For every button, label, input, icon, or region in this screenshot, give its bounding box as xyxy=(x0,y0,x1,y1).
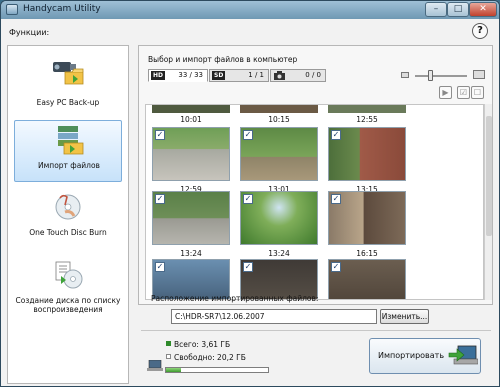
thumbnail-scrollbar[interactable] xyxy=(484,104,492,300)
thumbnail[interactable]: ✓ xyxy=(240,127,318,181)
storage-total-text: Всего: 3,61 ГБ xyxy=(174,340,231,349)
thumbnail-checkbox[interactable]: ✓ xyxy=(331,194,341,204)
import-button[interactable]: Импортировать xyxy=(369,338,481,374)
func-import-files[interactable]: Импорт файлов xyxy=(14,120,122,182)
total-legend-icon xyxy=(166,341,171,346)
import-button-label: Импортировать xyxy=(378,351,445,360)
camcorder-folder-icon xyxy=(53,62,84,85)
divider xyxy=(141,330,491,331)
small-thumbnail-icon xyxy=(401,72,409,78)
thumbnail-time: 10:01 xyxy=(180,115,202,124)
storage-free: Свободно: 20,2 ГБ xyxy=(166,353,246,362)
thumbnail-partial[interactable] xyxy=(328,105,406,113)
slider-thumb[interactable] xyxy=(428,70,433,81)
thumbnail-time: 13:24 xyxy=(180,249,202,258)
thumbnail-partial[interactable] xyxy=(152,105,230,113)
title-bar[interactable]: Handycam Utility – □ ✕ xyxy=(1,1,499,19)
disc-touch-icon xyxy=(55,194,81,220)
import-panel: Выбор и импорт файлов в компьютер HD 33 … xyxy=(138,45,493,305)
tab-count: 1 / 1 xyxy=(248,71,264,79)
thumbnail-time: 13:24 xyxy=(268,249,290,258)
tab-count: 0 / 0 xyxy=(305,71,321,79)
import-path-field[interactable]: C:\HDR-SR7\12.06.2007 xyxy=(171,309,377,324)
import-files-icon xyxy=(58,126,84,155)
func-playlist-disc[interactable]: Создание диска по списку воспроизведения xyxy=(14,256,122,332)
thumbnail-checkbox[interactable]: ✓ xyxy=(155,194,165,204)
thumbnail-checkbox[interactable]: ✓ xyxy=(243,194,253,204)
tab-hd[interactable]: HD 33 / 33 xyxy=(148,69,208,82)
thumbnail-partial[interactable] xyxy=(240,105,318,113)
client-area: Функции: ? Easy PC Back-up Импорт файлов… xyxy=(1,19,499,386)
deselect-all-button[interactable]: ☐ xyxy=(471,86,484,99)
func-label: Импорт файлов xyxy=(38,161,100,170)
thumbnail-checkbox[interactable]: ✓ xyxy=(243,262,253,272)
thumbnail[interactable]: ✓ xyxy=(152,191,230,245)
thumbnail[interactable]: ✓ xyxy=(328,191,406,245)
thumbnail-checkbox[interactable]: ✓ xyxy=(331,262,341,272)
thumbnail-checkbox[interactable]: ✓ xyxy=(331,130,341,140)
free-legend-icon xyxy=(166,354,171,359)
tab-photo[interactable]: 0 / 0 xyxy=(270,69,326,82)
thumbnail-time: 10:15 xyxy=(268,115,290,124)
change-location-button[interactable]: Изменить... xyxy=(380,309,429,324)
thumbnail[interactable]: ✓ xyxy=(328,127,406,181)
hd-icon: HD xyxy=(151,71,166,80)
functions-panel: Easy PC Back-up Импорт файлов One Touch … xyxy=(7,45,129,384)
window-title: Handycam Utility xyxy=(23,4,101,14)
storage-usage-bar xyxy=(165,367,269,373)
camera-icon xyxy=(274,71,285,80)
slider-track xyxy=(415,75,467,77)
thumbnail-time: 12:55 xyxy=(356,115,378,124)
import-to-laptop-icon xyxy=(448,345,478,365)
thumbnail-size-slider[interactable] xyxy=(401,69,487,82)
thumbnail-grid[interactable]: 10:01 10:15 12:55 ✓ ✓ ✓ 12:59 13:01 13:1… xyxy=(145,104,484,300)
storage-total: Всего: 3,61 ГБ xyxy=(166,340,230,349)
thumbnail-checkbox[interactable]: ✓ xyxy=(155,130,165,140)
select-all-button[interactable]: ☑ xyxy=(457,86,470,99)
thumbnail-time: 16:15 xyxy=(356,249,378,258)
location-label: Расположение импортированных файлов: xyxy=(151,294,319,303)
func-one-touch-disc-burn[interactable]: One Touch Disc Burn xyxy=(14,188,122,250)
minimize-button[interactable]: – xyxy=(425,2,447,17)
storage-usage-fill xyxy=(166,368,182,372)
import-panel-title: Выбор и импорт файлов в компьютер xyxy=(148,55,298,64)
thumbnail-checkbox[interactable]: ✓ xyxy=(243,130,253,140)
func-label: One Touch Disc Burn xyxy=(29,228,107,237)
tab-sd[interactable]: SD 1 / 1 xyxy=(209,69,269,82)
thumbnail-checkbox[interactable]: ✓ xyxy=(155,262,165,272)
close-button[interactable]: ✕ xyxy=(469,2,497,17)
tab-count: 33 / 33 xyxy=(178,71,203,79)
func-easy-pc-backup[interactable]: Easy PC Back-up xyxy=(14,52,122,114)
thumbnail[interactable]: ✓ xyxy=(240,191,318,245)
selection-toolbar: ▶ ☑ ☐ xyxy=(439,86,489,100)
scrollbar-thumb[interactable] xyxy=(486,116,492,236)
app-window: Handycam Utility – □ ✕ Функции: ? Easy P… xyxy=(0,0,500,387)
thumbnail[interactable]: ✓ xyxy=(328,259,406,299)
large-thumbnail-icon xyxy=(473,70,485,79)
sd-icon: SD xyxy=(212,71,226,80)
help-button[interactable]: ? xyxy=(472,23,488,39)
thumbnail[interactable]: ✓ xyxy=(152,127,230,181)
playlist-disc-icon xyxy=(55,261,83,289)
maximize-button[interactable]: □ xyxy=(447,2,469,17)
functions-heading: Функции: xyxy=(9,28,50,37)
storage-free-text: Свободно: 20,2 ГБ xyxy=(174,353,246,362)
app-icon xyxy=(6,4,18,15)
laptop-icon xyxy=(147,360,163,371)
play-button[interactable]: ▶ xyxy=(439,86,452,99)
func-label: Easy PC Back-up xyxy=(36,98,100,107)
func-label: Создание диска по списку воспроизведения xyxy=(15,296,121,314)
